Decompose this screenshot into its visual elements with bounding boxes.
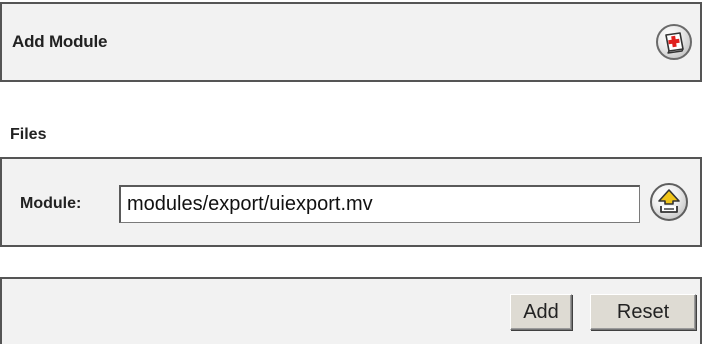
add-button[interactable]: Add	[510, 294, 572, 330]
title-panel: Add Module	[0, 2, 702, 82]
page-title: Add Module	[12, 32, 108, 51]
help-book-icon	[665, 32, 684, 54]
module-input[interactable]	[119, 185, 640, 223]
browse-upload-button[interactable]	[650, 183, 688, 221]
actions-panel: Add Reset	[0, 277, 702, 344]
reset-button[interactable]: Reset	[590, 294, 696, 330]
add-module-page: Add Module Files Module: Add Reset	[0, 0, 702, 344]
files-panel: Module:	[0, 157, 702, 247]
module-label: Module:	[20, 195, 82, 212]
help-button[interactable]	[656, 24, 692, 60]
upload-arrow-icon	[658, 189, 680, 213]
section-title-files: Files	[10, 126, 47, 143]
